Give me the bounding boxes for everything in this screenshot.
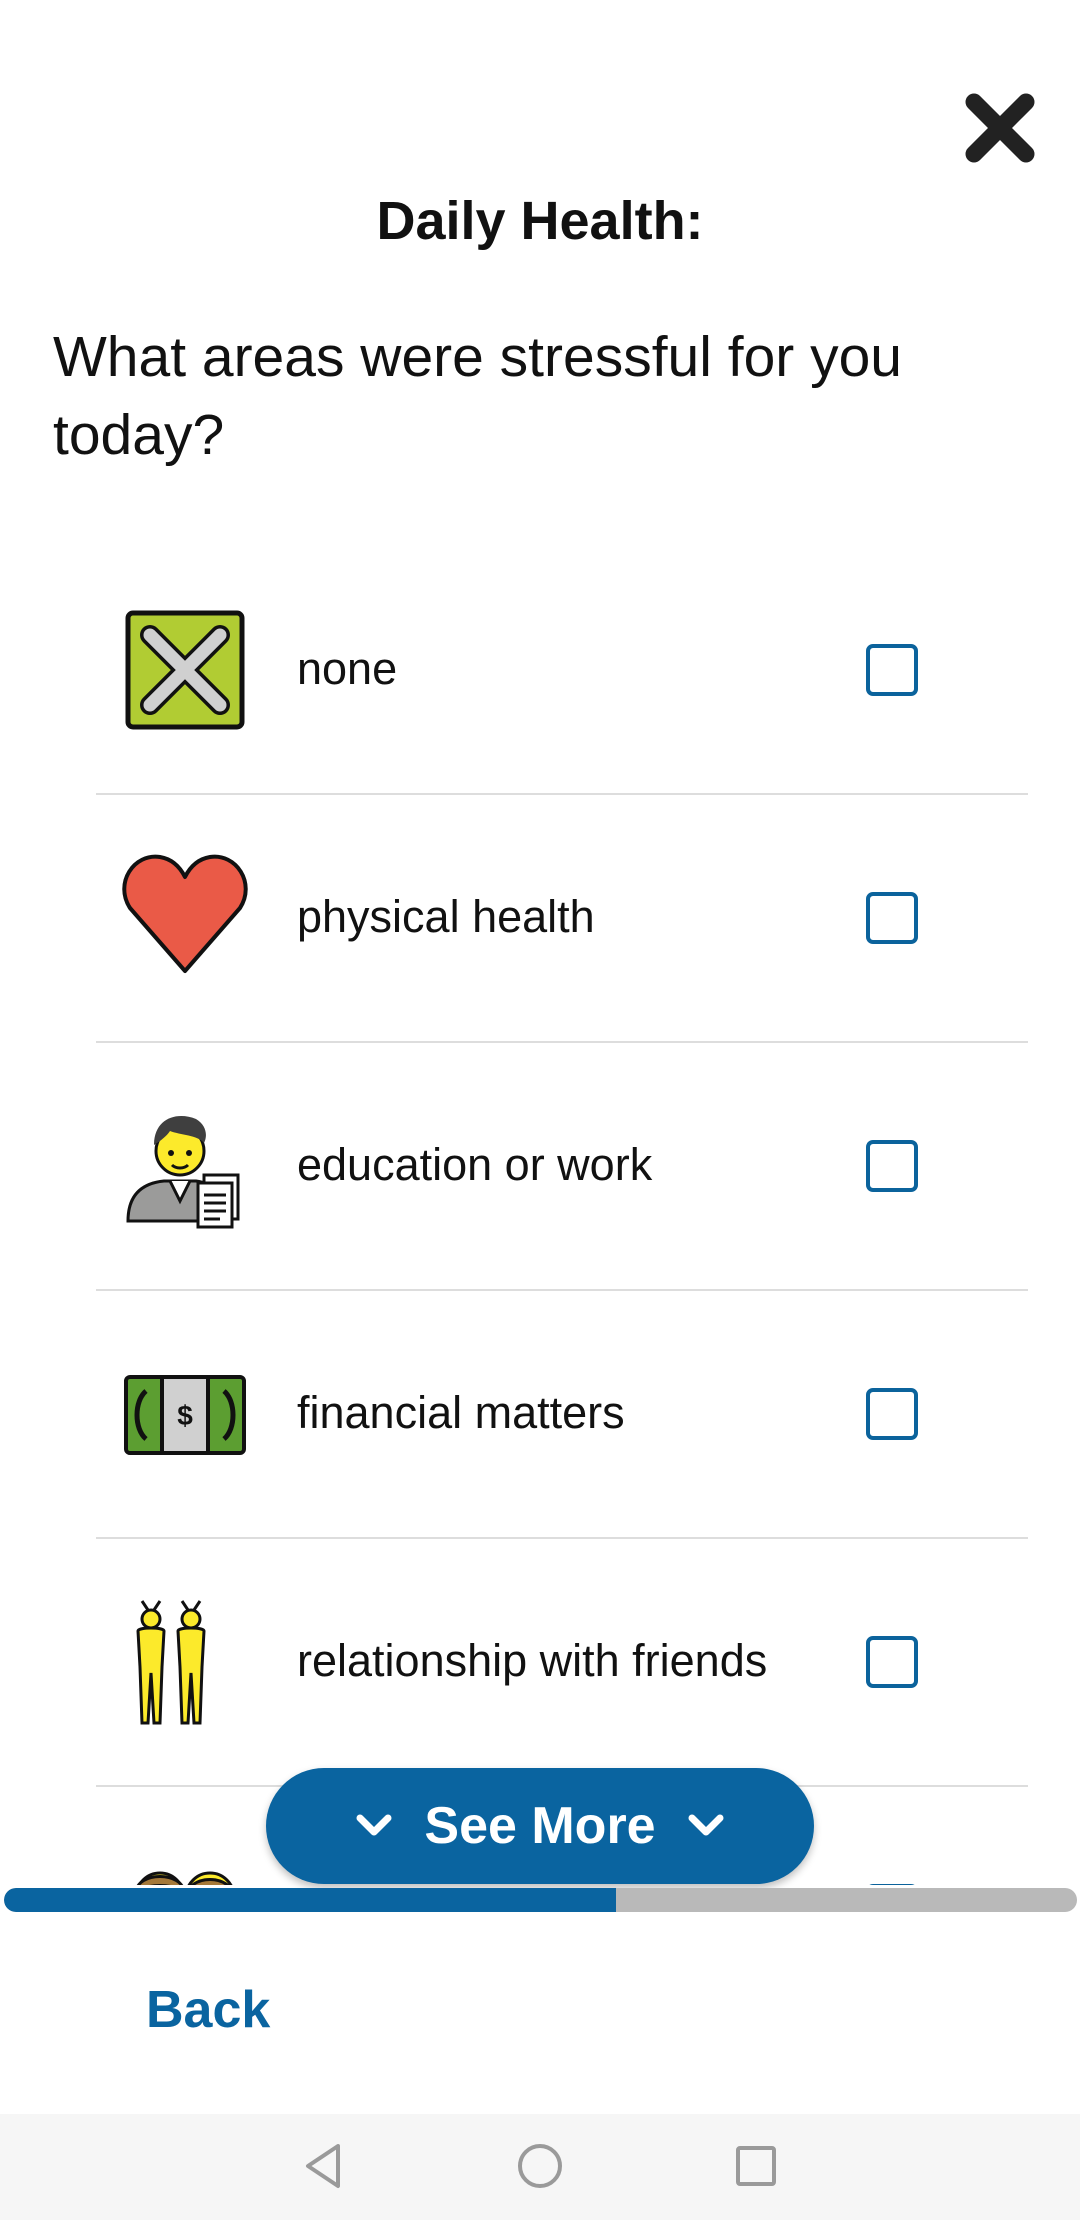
- option-row-physical-health[interactable]: physical health: [96, 793, 1028, 1043]
- option-checkbox-partial[interactable]: [866, 1884, 918, 1885]
- couple-icon: [137, 1871, 233, 1885]
- worker-document-icon: [126, 1116, 240, 1229]
- option-row-none[interactable]: none: [96, 545, 1028, 795]
- option-row-education-or-work[interactable]: education or work: [96, 1041, 1028, 1291]
- svg-text:$: $: [177, 1400, 193, 1431]
- option-label: relationship with friends: [297, 1635, 768, 1686]
- chevron-down-icon: [688, 1814, 724, 1836]
- friends-icon: [136, 1600, 206, 1725]
- option-checkbox-relationship-with-friends[interactable]: [866, 1636, 918, 1688]
- option-label: none: [297, 643, 398, 694]
- option-checkbox-physical-health[interactable]: [866, 892, 918, 944]
- see-more-button[interactable]: See More: [266, 1768, 814, 1884]
- option-label: education or work: [297, 1139, 653, 1190]
- close-icon: [965, 93, 1035, 163]
- options-list: none physical health education or work $…: [0, 545, 1080, 1885]
- option-checkbox-education-or-work[interactable]: [866, 1140, 918, 1192]
- heart-icon: [122, 854, 248, 973]
- nav-home-icon[interactable]: [510, 2136, 570, 2196]
- option-row-financial-matters[interactable]: $ financial matters: [96, 1289, 1028, 1539]
- see-more-label: See More: [424, 1797, 656, 1855]
- option-row-relationship-with-friends[interactable]: relationship with friends: [96, 1537, 1028, 1787]
- nav-recents-icon[interactable]: [726, 2136, 786, 2196]
- x-box-icon: [125, 610, 245, 730]
- money-bill-icon: $: [124, 1375, 246, 1455]
- question-text: What areas were stressful for you today?: [53, 325, 902, 467]
- progress-fill: [4, 1888, 616, 1912]
- chevron-down-icon: [356, 1814, 392, 1836]
- close-button[interactable]: [960, 88, 1040, 168]
- option-label: physical health: [297, 891, 595, 942]
- option-label: financial matters: [297, 1387, 625, 1438]
- nav-back-icon[interactable]: [294, 2136, 354, 2196]
- option-checkbox-none[interactable]: [866, 644, 918, 696]
- system-nav-bar: [0, 2114, 1080, 2220]
- back-button[interactable]: Back: [146, 1980, 270, 2040]
- page-title: Daily Health:: [376, 191, 704, 251]
- progress-bar: [4, 1888, 1077, 1912]
- option-checkbox-financial-matters[interactable]: [866, 1388, 918, 1440]
